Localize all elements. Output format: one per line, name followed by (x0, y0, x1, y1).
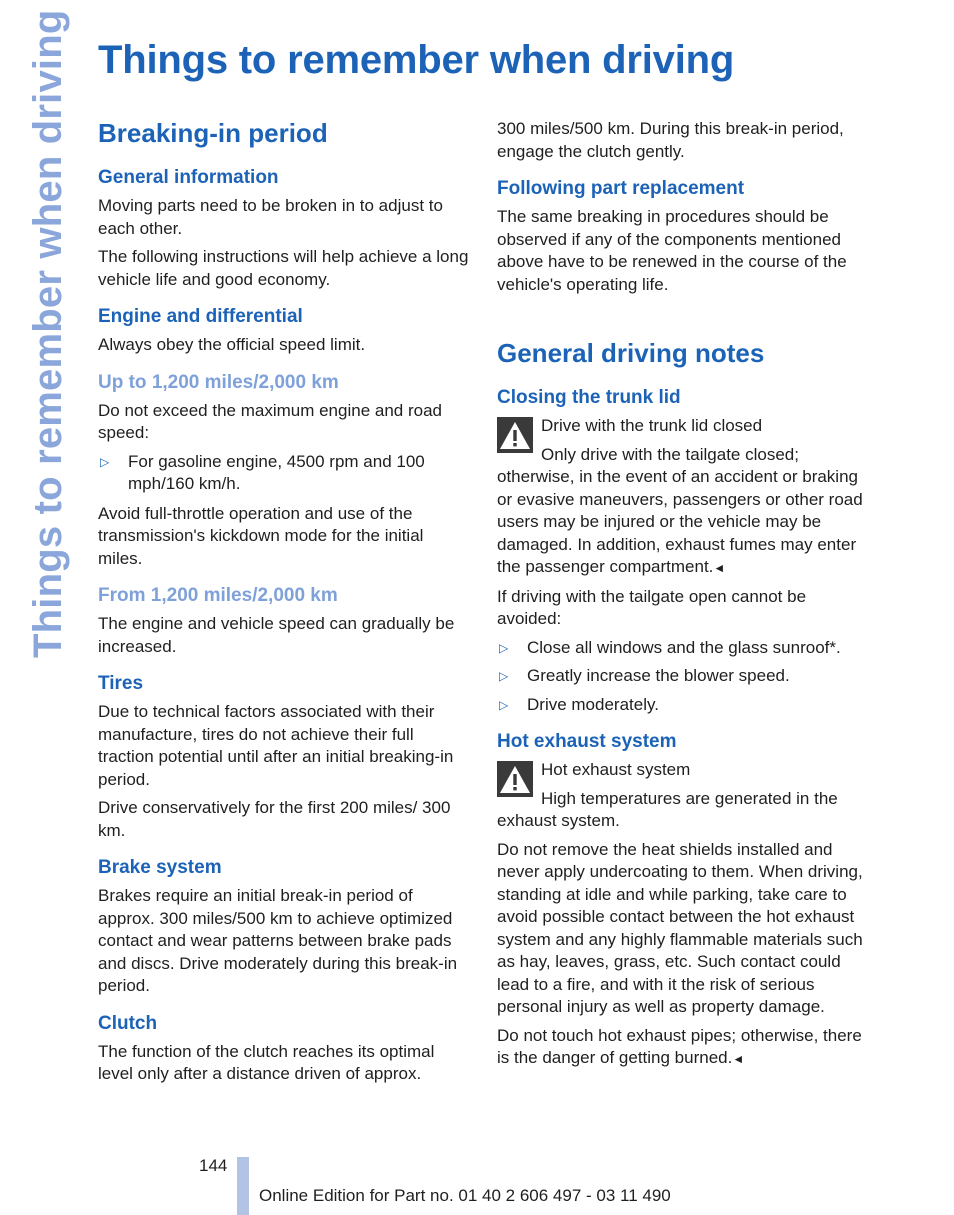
paragraph: The function of the clutch reaches its o… (98, 1041, 435, 1084)
paragraph: The engine and vehicle speed can gradual… (98, 614, 455, 656)
list-item: ▷ Close all windows and the glass sunroof… (497, 637, 869, 660)
warning-box: Hot exhaust system High temperatures are… (497, 759, 869, 833)
bullet-list: ▷ For gasoline engine, 4500 rpm and 100 m… (98, 451, 470, 496)
list-item: ▷ Drive moderately. (497, 694, 869, 717)
paragraph: Due to technical factors associated with… (98, 702, 454, 789)
bullet-triangle-icon: ▷ (499, 697, 509, 712)
paragraph: Drive conservatively for the first 200 m… (98, 798, 451, 840)
warning-title: Drive with the trunk lid closed (541, 416, 763, 435)
paragraph: Always obey the official speed limit. (98, 335, 366, 354)
end-mark-icon: ◄ (713, 561, 726, 575)
paragraph: The same breaking in procedures should b… (497, 207, 847, 294)
side-chapter-tab: Things to remember when driving (18, 9, 70, 658)
section-title-breaking-in: Breaking-in period (98, 118, 328, 148)
paragraph: Do not touch hot exhaust pipes; otherwis… (497, 1025, 862, 1068)
general-information-heading: General information (98, 167, 279, 188)
paragraph: The following instructions will help ach… (98, 247, 469, 289)
engine-heading: Engine and differential (98, 306, 303, 327)
list-item: ▷ Greatly increase the blower speed. (497, 665, 869, 688)
warning-title: Hot exhaust system (541, 760, 691, 779)
paragraph: Moving parts need to be broken in to adj… (98, 196, 443, 238)
tires-heading: Tires (98, 673, 144, 694)
list-item: ▷ For gasoline engine, 4500 rpm and 100 m… (100, 451, 425, 494)
footer-bar (237, 1157, 249, 1215)
side-chapter-label: Things to remember when driving (26, 9, 70, 658)
part-replacement-heading: Following part replacement (497, 178, 745, 199)
from-section: From 1,200 miles/2,000 km The engine and… (98, 584, 470, 658)
bullet-list: ▷ Close all windows and the glass sunroof… (497, 637, 869, 717)
bullet-triangle-icon: ▷ (499, 640, 509, 655)
paragraph: Do not remove the heat shields installed… (497, 839, 863, 1017)
paragraph: If driving with the tailgate open cannot… (497, 586, 807, 629)
general-information-section: General information Moving parts need to… (98, 166, 470, 291)
clutch-heading: Clutch (98, 1012, 158, 1034)
warning-text: High temperatures are generated in the e… (497, 788, 838, 831)
footer-edition: Online Edition for Part no. 01 40 2 606 … (259, 1186, 671, 1205)
paragraph: Avoid full-throttle operation and use of… (98, 503, 424, 568)
right-column: 300 miles/500 km. During this break-in p… (497, 118, 869, 1085)
page-number: 144 (199, 1156, 228, 1175)
engine-section: Engine and differential Always obey the … (98, 305, 470, 357)
clutch-section: Clutch The function of the clutch reache… (98, 1012, 470, 1086)
brake-heading: Brake system (98, 857, 222, 878)
warning-text: Only drive with the tailgate closed; oth… (497, 444, 863, 577)
brake-section: Brake system Brakes require an initial b… (98, 856, 470, 998)
warning-icon (497, 417, 533, 453)
page-title: Things to remember when driving (98, 38, 735, 82)
bullet-triangle-icon: ▷ (499, 669, 509, 683)
trunk-heading: Closing the trunk lid (497, 387, 681, 408)
up-to-heading: Up to 1,200 miles/2,000 km (98, 371, 339, 393)
trunk-section: Closing the trunk lid Drive with the tru… (497, 386, 869, 716)
from-heading: From 1,200 miles/2,000 km (98, 585, 338, 606)
exhaust-heading: Hot exhaust system (497, 731, 677, 752)
left-column: Breaking-in period General information M… (98, 116, 470, 1100)
paragraph: 300 miles/500 km. During this break-in p… (497, 119, 844, 161)
tires-section: Tires Due to technical factors associate… (98, 672, 470, 842)
exhaust-section: Hot exhaust system Hot exhaust system Hi… (497, 730, 869, 1071)
paragraph: Brakes require an initial break-in perio… (98, 886, 458, 995)
bullet-triangle-icon: ▷ (100, 454, 110, 469)
section-title-general-driving-notes: General driving notes (497, 338, 765, 368)
part-replacement-section: Following part replacement The same brea… (497, 177, 869, 296)
warning-box: Drive with the trunk lid closed Only dri… (497, 415, 869, 580)
paragraph: Do not exceed the maximum engine and roa… (98, 400, 442, 443)
clutch-continued: 300 miles/500 km. During this break-in p… (497, 118, 869, 163)
end-mark-icon: ◄ (732, 1052, 745, 1066)
up-to-section: Up to 1,200 miles/2,000 km Do not exceed… (98, 371, 470, 571)
warning-icon (497, 761, 533, 797)
